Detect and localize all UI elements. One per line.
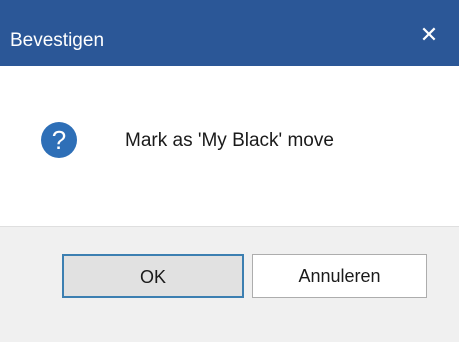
cancel-button[interactable]: Annuleren bbox=[252, 254, 427, 298]
ok-button[interactable]: OK bbox=[62, 254, 244, 298]
svg-text:?: ? bbox=[52, 125, 66, 155]
confirm-dialog: Bevestigen ✕ ? Mark as 'My Black' move O… bbox=[0, 0, 459, 342]
dialog-title: Bevestigen bbox=[10, 30, 105, 51]
close-icon[interactable]: ✕ bbox=[412, 20, 446, 50]
title-bar: Bevestigen ✕ bbox=[0, 0, 459, 66]
question-icon: ? bbox=[41, 122, 77, 158]
dialog-message: Mark as 'My Black' move bbox=[125, 130, 334, 151]
button-bar: OK Annuleren bbox=[0, 226, 459, 342]
dialog-content: ? Mark as 'My Black' move bbox=[0, 66, 459, 226]
